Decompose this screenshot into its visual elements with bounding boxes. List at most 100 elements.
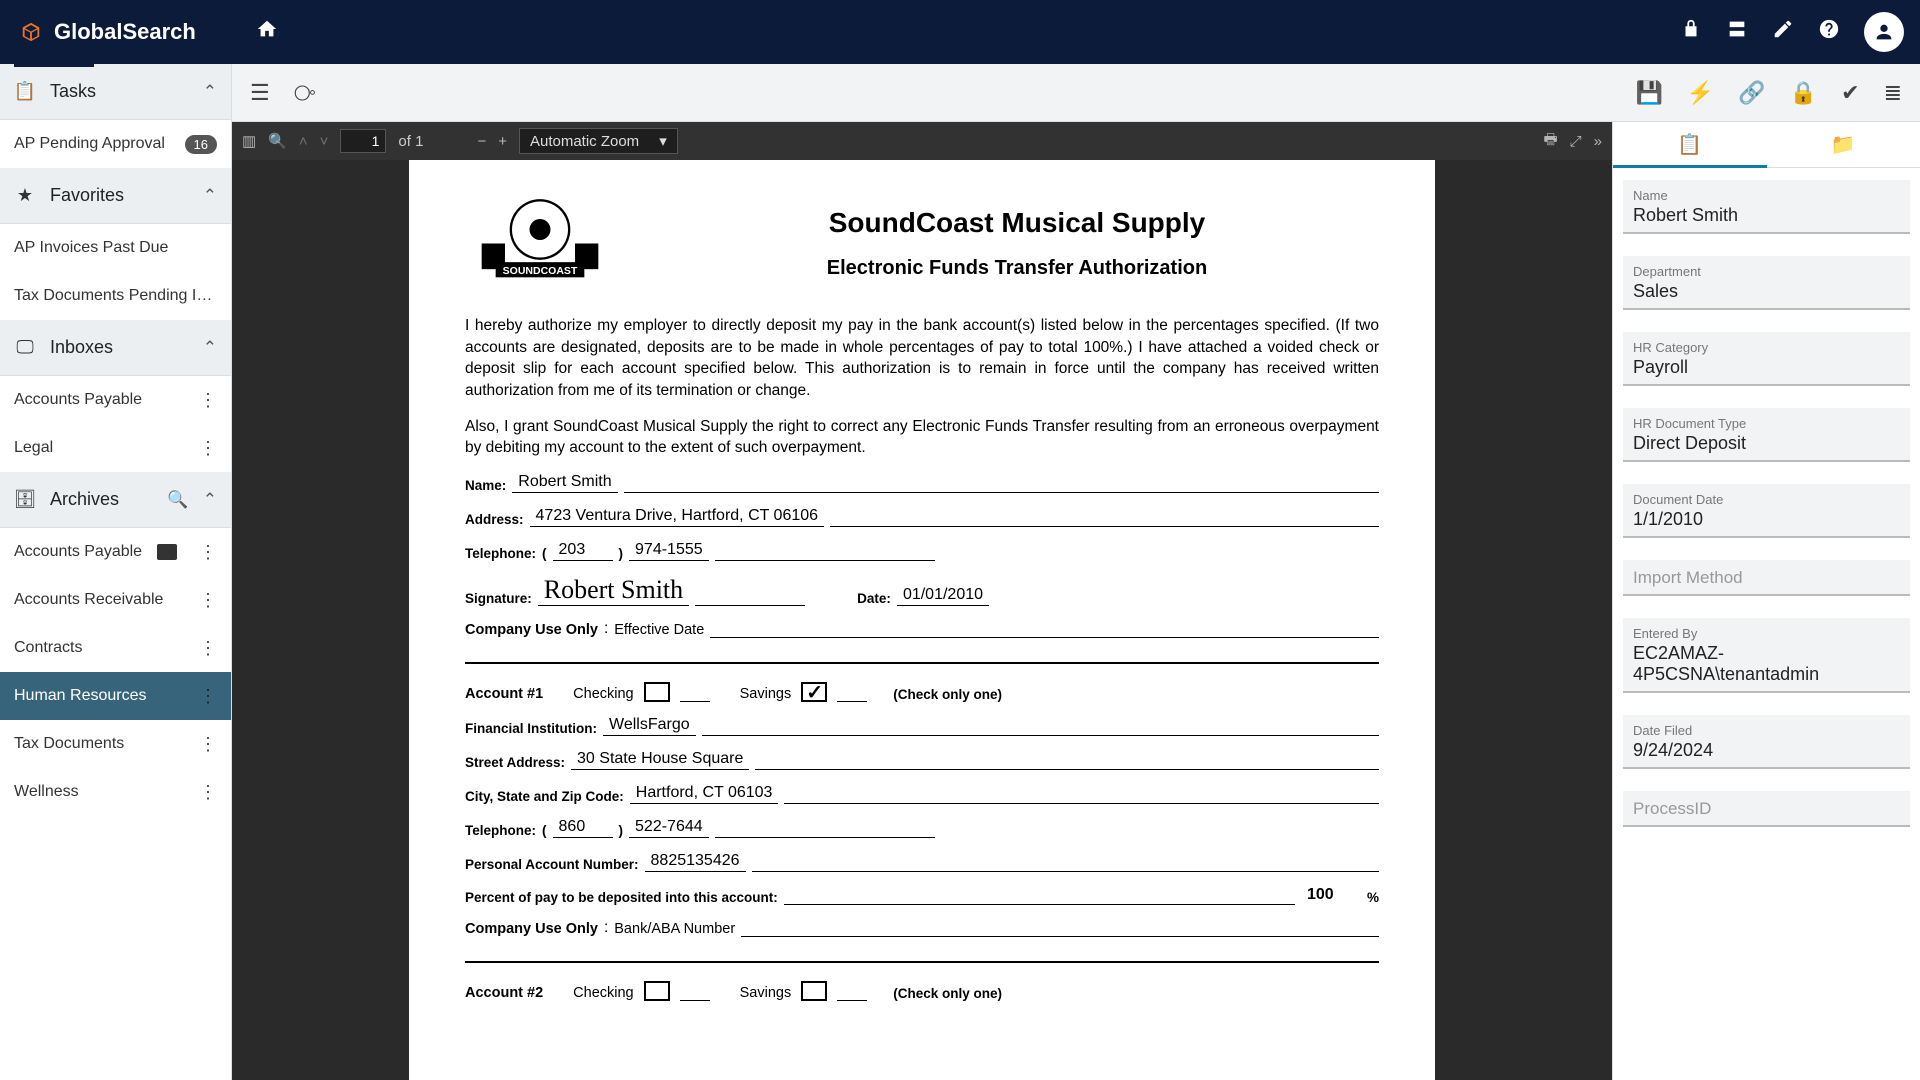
sidebar-item-archive-hr[interactable]: Human Resources ⋮ (0, 672, 231, 720)
sidebar-item-legal[interactable]: Legal ⋮ (0, 424, 231, 472)
sidebar-item-tax-docs-pending[interactable]: Tax Documents Pending Inde… (0, 272, 231, 320)
pdf-toolbar: ▥ 🔍 ˄ ˅ of 1 − + Automatic Zoom▾ 🖶 ⤢ » (232, 122, 1612, 160)
field-label: HR Document Type (1633, 416, 1900, 431)
meta-field-processid[interactable]: ProcessID (1623, 791, 1910, 827)
field-value: EC2AMAZ-4P5CSNA\tenantadmin (1633, 641, 1900, 685)
inbox-icon: 🖵 (14, 337, 36, 358)
checklist-icon[interactable]: ✔ (1841, 80, 1859, 106)
doc-field-address: 4723 Ventura Drive, Hartford, CT 06106 (530, 507, 825, 527)
doc-field-date: 01/01/2010 (897, 586, 989, 606)
menu-icon[interactable]: ☰ (250, 80, 270, 106)
sidebar-item-archive-ap[interactable]: Accounts Payable ⋮ (0, 528, 231, 576)
save-icon[interactable]: 💾 (1636, 80, 1663, 106)
field-value: Robert Smith (1633, 203, 1900, 226)
chevron-up-icon: ⌃ (203, 82, 217, 102)
sidebar-section-label: Archives (50, 489, 153, 510)
doc-paragraph: Also, I grant SoundCoast Musical Supply … (465, 416, 1379, 459)
edit-icon[interactable] (1772, 18, 1794, 46)
more-icon[interactable]: ⋮ (199, 590, 217, 611)
sidebar-item-ap-invoices-past-due[interactable]: AP Invoices Past Due (0, 224, 231, 272)
sidebar-item-accounts-payable[interactable]: Accounts Payable ⋮ (0, 376, 231, 424)
field-label: Document Date (1633, 492, 1900, 507)
meta-field-import-method[interactable]: Import Method (1623, 560, 1910, 596)
more-icon[interactable]: ⋮ (199, 390, 217, 411)
meta-field-name[interactable]: NameRobert Smith (1623, 180, 1910, 234)
checkbox-checking-1 (644, 682, 670, 702)
doc-subtitle: Electronic Funds Transfer Authorization (655, 257, 1379, 280)
document-page: SOUNDCOAST SoundCoast Musical Supply Ele… (409, 160, 1435, 1080)
field-label: Department (1633, 264, 1900, 279)
more-icon[interactable]: ⋮ (199, 686, 217, 707)
more-icon[interactable]: ⋮ (199, 734, 217, 755)
field-value: Payroll (1633, 355, 1900, 378)
svg-text:SOUNDCOAST: SOUNDCOAST (503, 265, 578, 277)
tab-folder[interactable]: 📁 (1767, 122, 1920, 167)
more-icon[interactable]: ⋮ (199, 638, 217, 659)
page-down-icon[interactable]: ˅ (320, 133, 329, 150)
more-icon[interactable]: ⋮ (199, 782, 217, 803)
sidebar-item-archive-tax[interactable]: Tax Documents ⋮ (0, 720, 231, 768)
bolt-icon[interactable]: ⚡ (1687, 80, 1714, 106)
open-external-icon[interactable]: ⤢ (1570, 133, 1582, 150)
preview-search-icon[interactable]: ⧂ (294, 80, 316, 106)
search-in-doc-icon[interactable]: 🔍 (268, 132, 287, 150)
page-of-label: of 1 (398, 133, 423, 150)
meta-field-hr-category[interactable]: HR CategoryPayroll (1623, 332, 1910, 386)
print-icon[interactable]: 🖶 (1543, 129, 1557, 154)
sidebar-item-archive-ar[interactable]: Accounts Receivable ⋮ (0, 576, 231, 624)
meta-field-department[interactable]: DepartmentSales (1623, 256, 1910, 310)
brand-logo[interactable]: GlobalSearch (16, 17, 196, 47)
more-tools-icon[interactable]: » (1594, 133, 1602, 150)
help-icon[interactable] (1818, 18, 1840, 46)
more-icon[interactable]: ⋮ (199, 542, 217, 563)
star-icon: ★ (14, 185, 36, 206)
zoom-in-icon[interactable]: + (498, 133, 507, 150)
sidebar-section-label: Favorites (50, 185, 189, 206)
checkbox-checking-2 (644, 981, 670, 1001)
checkbox-savings-1 (801, 682, 827, 702)
doc-field-pan: 8825135426 (645, 852, 746, 872)
sidebar-section-archives[interactable]: 🗄 Archives 🔍 ⌃ (0, 472, 231, 528)
avatar[interactable] (1864, 12, 1904, 52)
link-icon[interactable]: 🔗 (1738, 80, 1765, 106)
meta-field-date-filed[interactable]: Date Filed9/24/2024 (1623, 715, 1910, 769)
field-label: Import Method (1633, 568, 1900, 588)
lock-icon[interactable] (1680, 18, 1702, 46)
brand-icon (16, 17, 46, 47)
field-value: 9/24/2024 (1633, 738, 1900, 761)
meta-field-hr-document-type[interactable]: HR Document TypeDirect Deposit (1623, 408, 1910, 462)
doc-paragraph: I hereby authorize my employer to direct… (465, 315, 1379, 402)
chevron-up-icon: ⌃ (203, 338, 217, 358)
sidebar-item-archive-wellness[interactable]: Wellness ⋮ (0, 768, 231, 816)
pdf-viewer: ▥ 🔍 ˄ ˅ of 1 − + Automatic Zoom▾ 🖶 ⤢ » (232, 122, 1612, 1080)
tab-fields[interactable]: 📋 (1613, 122, 1767, 167)
field-label: Date Filed (1633, 723, 1900, 738)
secure-doc-icon[interactable]: 🔒 (1790, 80, 1817, 106)
server-icon[interactable] (1726, 18, 1748, 46)
field-label: Entered By (1633, 626, 1900, 641)
field-label: ProcessID (1633, 799, 1900, 819)
sidebar-item-ap-pending[interactable]: AP Pending Approval 16 (0, 120, 231, 168)
search-icon[interactable]: 🔍 (167, 490, 189, 510)
doc-field-pct: 100 (1301, 886, 1361, 905)
more-icon[interactable]: ⋮ (199, 438, 217, 459)
list-icon[interactable]: ≣ (1884, 80, 1902, 106)
meta-field-entered-by[interactable]: Entered ByEC2AMAZ-4P5CSNA\tenantadmin (1623, 618, 1910, 693)
sidebar-section-tasks[interactable]: 📋 Tasks ⌃ (0, 64, 231, 120)
zoom-select[interactable]: Automatic Zoom▾ (519, 128, 678, 154)
zoom-out-icon[interactable]: − (477, 133, 486, 150)
folder-icon (157, 544, 177, 560)
sidebar-section-inboxes[interactable]: 🖵 Inboxes ⌃ (0, 320, 231, 376)
page-number-input[interactable] (340, 129, 386, 153)
sidebar-item-archive-contracts[interactable]: Contracts ⋮ (0, 624, 231, 672)
sidebar-toggle-icon[interactable]: ▥ (242, 132, 256, 150)
meta-field-document-date[interactable]: Document Date1/1/2010 (1623, 484, 1910, 538)
top-nav-right (1680, 12, 1904, 52)
chevron-down-icon: ▾ (659, 132, 667, 150)
home-icon[interactable] (256, 18, 278, 46)
sidebar-section-favorites[interactable]: ★ Favorites ⌃ (0, 168, 231, 224)
brand-name: GlobalSearch (54, 19, 196, 45)
main-toolbar: ☰ ⧂ 💾 ⚡ 🔗 🔒 ✔ ≣ (232, 64, 1920, 122)
page-up-icon[interactable]: ˄ (299, 133, 308, 150)
folder-icon: 📁 (1831, 132, 1856, 157)
